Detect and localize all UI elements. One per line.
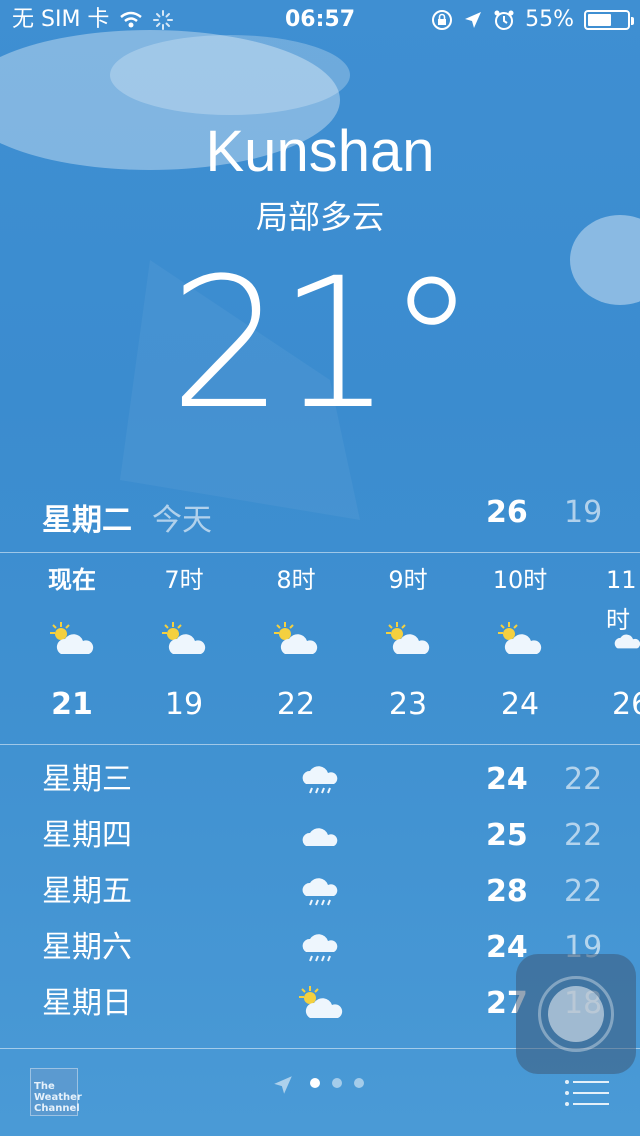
divider [0,552,640,553]
hourly-item: 10时 24 [464,560,576,730]
hourly-time: 11时 [606,566,637,634]
hourly-temp: 26 [612,687,640,722]
hourly-time: 现在 [48,566,96,594]
today-summary: 星期二 今天 26 19 [0,495,640,539]
hourly-temp: 19 [164,687,204,722]
hourly-temp: 24 [500,687,540,722]
cloud-icon [302,828,338,846]
daily-row: 星期四 25 22 [0,808,640,864]
daily-low: 22 [564,762,603,797]
alarm-icon [494,10,514,30]
hourly-item: 7时 19 [128,560,240,730]
partly-sunny-icon [464,600,576,680]
weather-condition: 局部多云 [255,198,384,236]
partly-sunny-icon [240,600,352,680]
battery-icon [584,10,634,30]
rain-icon [302,878,338,906]
daily-day: 星期四 [42,818,132,853]
hourly-time: 7时 [164,566,204,594]
daily-high: 25 [486,818,528,853]
daily-low: 22 [564,818,603,853]
list-icon[interactable] [564,1074,610,1114]
today-label: 今天 [152,503,212,538]
daily-day: 星期五 [42,874,132,909]
daily-high: 28 [486,874,528,909]
rain-icon [302,766,338,794]
rain-icon [302,934,338,962]
page-dot[interactable] [332,1078,342,1088]
today-high: 26 [486,495,528,530]
daily-low: 22 [564,874,603,909]
assistive-touch-core [548,986,604,1042]
hourly-time: 9时 [388,566,428,594]
city-name: Kunshan [205,119,435,184]
hourly-temp: 23 [388,687,428,722]
rotation-lock-icon [432,10,453,30]
hourly-time: 10时 [492,566,548,594]
partly-sunny-icon [128,600,240,680]
location-arrow-icon [465,12,482,28]
partly-sunny-icon [299,986,343,1018]
hourly-item: 9时 23 [352,560,464,730]
partly-sunny-icon [16,600,128,680]
current-temperature: 21° [169,240,476,449]
page-dot[interactable] [310,1078,320,1088]
today-day: 星期二 [42,503,132,538]
daily-high: 24 [486,762,528,797]
today-low: 19 [564,495,603,530]
status-bar: 无 SIM 卡 06:57 55% [0,0,640,40]
daily-day: 星期六 [42,930,132,965]
battery-percent: 55% [525,7,574,32]
hourly-item: 11时 26 [576,560,640,730]
hourly-time: 8时 [276,566,316,594]
hourly-item: 8时 22 [240,560,352,730]
daily-day: 星期日 [42,986,132,1021]
hourly-temp: 21 [51,687,93,722]
hourly-item: 现在 21 [16,560,128,730]
daily-row: 星期三 24 22 [0,752,640,808]
hourly-temp: 22 [276,687,316,722]
hourly-forecast[interactable]: 现在 21 7时 19 8时 22 9时 23 10时 24 11时 26 [0,560,640,740]
divider [0,744,640,745]
location-arrow-icon[interactable] [272,1074,294,1096]
weather-channel-logo[interactable]: The Weather Channel [30,1068,82,1116]
daily-row: 星期五 28 22 [0,864,640,920]
daily-day: 星期三 [42,762,132,797]
page-dot[interactable] [354,1078,364,1088]
page-indicator[interactable] [310,1078,364,1088]
partly-sunny-icon [352,600,464,680]
assistive-touch-button[interactable] [516,954,636,1074]
